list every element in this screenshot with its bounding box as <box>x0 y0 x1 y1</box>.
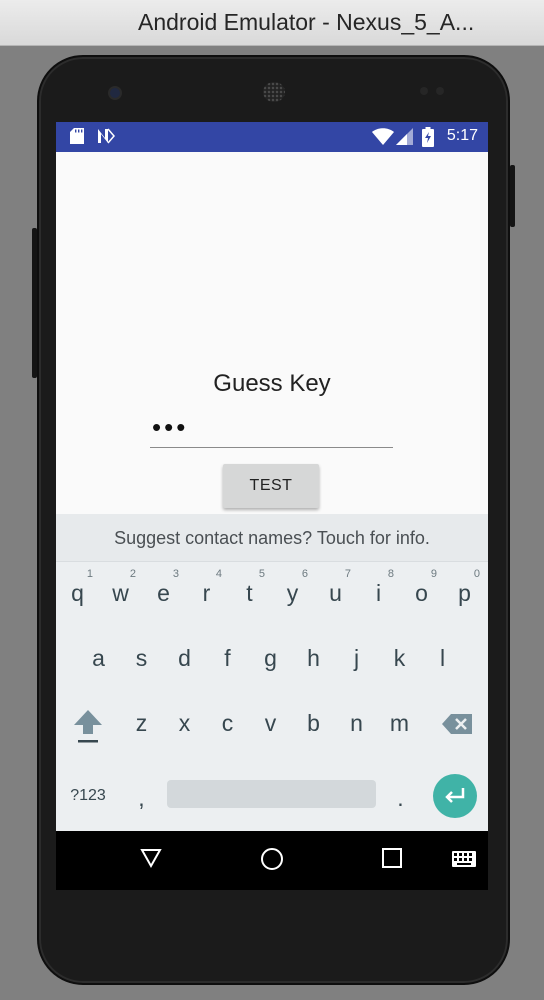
key-b[interactable]: b <box>292 692 335 756</box>
key-l[interactable]: l <box>421 627 464 691</box>
key-u[interactable]: 7u <box>314 562 357 626</box>
key-n[interactable]: n <box>335 692 378 756</box>
key-z[interactable]: z <box>120 692 163 756</box>
enter-icon <box>445 788 465 803</box>
key-v[interactable]: v <box>249 692 292 756</box>
status-time: 5:17 <box>446 127 478 144</box>
key-m[interactable]: m <box>378 692 421 756</box>
key-d[interactable]: d <box>163 627 206 691</box>
soft-keyboard: 1q 2w 3e 4r 5t 6y 7u 8i 9o 0p a s d f g … <box>56 562 488 831</box>
key-j[interactable]: j <box>335 627 378 691</box>
back-icon[interactable] <box>140 847 162 869</box>
symbols-key[interactable]: ?123 <box>62 767 114 831</box>
window-title: Android Emulator - Nexus_5_A... <box>138 9 475 35</box>
backspace-icon <box>442 714 472 734</box>
battery-charging-icon <box>422 127 434 147</box>
key-t[interactable]: 5t <box>228 562 271 626</box>
key-y[interactable]: 6y <box>271 562 314 626</box>
key-a[interactable]: a <box>77 627 120 691</box>
sensor-icon <box>420 87 428 95</box>
signal-icon <box>396 128 413 145</box>
delete-key[interactable] <box>436 692 482 756</box>
device-screen: 5:17 Guess Key ••• TEST Suggest contact … <box>56 122 488 890</box>
key-period[interactable]: . <box>379 767 422 831</box>
status-bar: 5:17 <box>56 122 488 152</box>
key-e[interactable]: 3e <box>142 562 185 626</box>
wifi-icon <box>372 128 394 145</box>
sensor-icon <box>436 87 444 95</box>
key-g[interactable]: g <box>249 627 292 691</box>
key-input-value: ••• <box>152 412 189 442</box>
front-camera-icon <box>110 88 120 98</box>
key-h[interactable]: h <box>292 627 335 691</box>
enter-key[interactable] <box>433 774 477 818</box>
key-s[interactable]: s <box>120 627 163 691</box>
navigation-bar <box>56 831 488 890</box>
n-logo-icon <box>98 128 115 144</box>
sd-card-icon <box>70 128 84 144</box>
key-comma[interactable]: , <box>120 767 163 831</box>
keyboard-switch-icon[interactable] <box>452 851 476 869</box>
key-k[interactable]: k <box>378 627 421 691</box>
key-r[interactable]: 4r <box>185 562 228 626</box>
earpiece-speaker <box>263 82 285 102</box>
app-content: Guess Key ••• TEST <box>56 152 488 514</box>
key-i[interactable]: 8i <box>357 562 400 626</box>
key-x[interactable]: x <box>163 692 206 756</box>
key-p[interactable]: 0p <box>443 562 486 626</box>
key-input-field[interactable]: ••• <box>150 412 393 448</box>
shift-key[interactable] <box>64 692 112 756</box>
key-w[interactable]: 2w <box>99 562 142 626</box>
power-button[interactable] <box>510 165 515 227</box>
recents-icon[interactable] <box>382 848 402 868</box>
home-icon[interactable] <box>260 847 284 871</box>
keyboard-suggestion-strip[interactable]: Suggest contact names? Touch for info. <box>56 514 488 562</box>
guess-key-label: Guess Key <box>213 370 331 397</box>
emulator-title-bar[interactable]: Android Emulator - Nexus_5_A... <box>0 0 544 46</box>
shift-icon <box>74 710 102 743</box>
key-q[interactable]: 1q <box>56 562 99 626</box>
key-c[interactable]: c <box>206 692 249 756</box>
test-button[interactable]: TEST <box>223 464 319 508</box>
key-o[interactable]: 9o <box>400 562 443 626</box>
space-bar[interactable] <box>167 780 376 808</box>
key-f[interactable]: f <box>206 627 249 691</box>
